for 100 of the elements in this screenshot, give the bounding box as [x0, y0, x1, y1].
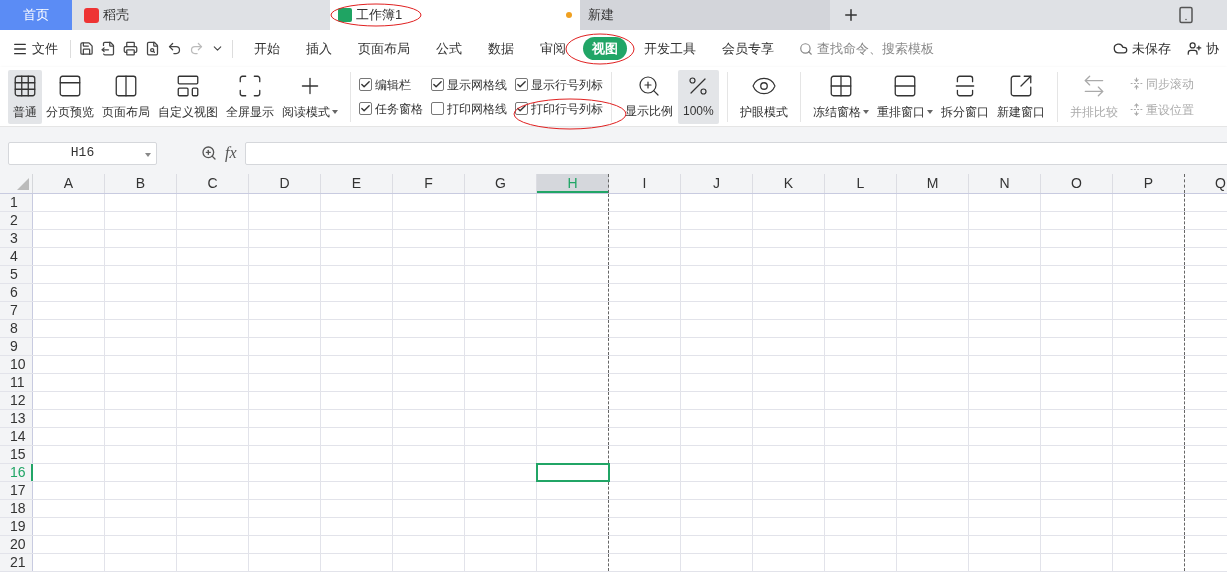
row-header[interactable]: 18 — [0, 500, 33, 517]
zoom-icon — [637, 73, 661, 98]
column-header[interactable]: P — [1113, 174, 1185, 193]
column-header[interactable]: D — [249, 174, 321, 193]
row-header[interactable]: 6 — [0, 284, 33, 301]
row-header[interactable]: 12 — [0, 392, 33, 409]
checkbox[interactable] — [431, 78, 444, 91]
undo-icon[interactable] — [167, 41, 182, 56]
tab-label: 首页 — [23, 6, 49, 25]
ribbon-tab[interactable]: 数据 — [479, 36, 523, 61]
option-checkbox[interactable]: 编辑栏 — [359, 75, 423, 94]
view-mode-button[interactable]: 阅读模式 — [278, 69, 342, 124]
ribbon-tab[interactable]: 会员专享 — [713, 36, 783, 61]
row-header[interactable]: 4 — [0, 248, 33, 265]
option-checkbox[interactable]: 显示行号列标 — [515, 75, 603, 94]
view-mode-button[interactable]: 全屏显示 — [222, 69, 278, 124]
check-icon — [516, 79, 527, 90]
column-header[interactable]: J — [681, 174, 753, 193]
checkbox[interactable] — [515, 78, 528, 91]
name-box[interactable]: H16 — [8, 141, 157, 165]
option-checkbox[interactable]: 显示网格线 — [431, 75, 507, 94]
row-header[interactable]: 20 — [0, 536, 33, 553]
option-checkbox[interactable]: 任务窗格 — [359, 99, 423, 118]
window-tool-button[interactable]: 护眼模式 — [735, 69, 792, 124]
row-header[interactable]: 10 — [0, 356, 33, 373]
export-icon[interactable] — [101, 41, 116, 56]
view-mode-button[interactable]: 普通 — [8, 69, 42, 124]
command-search-field[interactable]: 查找命令、搜索模板 — [799, 38, 934, 59]
formula-input[interactable] — [244, 141, 1227, 165]
document-tab[interactable]: 新建 — [580, 0, 830, 30]
collaborate-label[interactable]: 协 — [1206, 38, 1219, 59]
view-mode-button[interactable]: 页面布局 — [98, 69, 154, 124]
row-header[interactable]: 8 — [0, 320, 33, 337]
row-header[interactable]: 15 — [0, 446, 33, 463]
column-header[interactable]: L — [825, 174, 897, 193]
column-header[interactable]: E — [321, 174, 393, 193]
checkbox-label: 打印行号列标 — [531, 100, 603, 118]
option-checkbox[interactable]: 打印网格线 — [431, 99, 507, 118]
row-header[interactable]: 17 — [0, 482, 33, 499]
column-header[interactable]: A — [33, 174, 105, 193]
tab-label: 工作簿1 — [356, 6, 403, 25]
ribbon-tab[interactable]: 开始 — [245, 36, 289, 61]
view-mode-button[interactable]: 自定义视图 — [154, 69, 222, 124]
column-header[interactable]: C — [177, 174, 249, 193]
window-tool-button[interactable]: 新建窗口 — [992, 69, 1049, 124]
checkbox[interactable] — [359, 102, 372, 115]
caret-icon — [926, 109, 933, 114]
checkbox[interactable] — [359, 78, 372, 91]
row-header[interactable]: 21 — [0, 554, 33, 571]
column-header[interactable]: O — [1041, 174, 1113, 193]
window-tool-button[interactable]: 冻结窗格 — [808, 69, 873, 124]
file-menu[interactable]: 文件 — [8, 38, 62, 59]
column-header[interactable]: K — [753, 174, 825, 193]
option-checkbox[interactable]: 打印行号列标 — [515, 99, 603, 118]
checkbox-label: 显示行号列标 — [531, 76, 603, 94]
save-status[interactable]: 未保存 — [1132, 38, 1171, 59]
window-count-icon[interactable] — [1177, 6, 1195, 24]
row-header[interactable]: 19 — [0, 518, 33, 535]
zoom-button[interactable]: 显示比例 — [620, 69, 678, 124]
row-header[interactable]: 14 — [0, 428, 33, 445]
row-header[interactable]: 1 — [0, 194, 33, 211]
row-header[interactable]: 3 — [0, 230, 33, 247]
ribbon-tab[interactable]: 公式 — [427, 36, 471, 61]
row-header[interactable]: 11 — [0, 374, 33, 391]
row-header[interactable]: 13 — [0, 410, 33, 427]
window-tool-button[interactable]: 重排窗口 — [872, 69, 937, 124]
ribbon-tab[interactable]: 开发工具 — [635, 36, 705, 61]
row-header[interactable]: 7 — [0, 302, 33, 319]
tab-label: 新建 — [588, 6, 614, 25]
view-mode-button[interactable]: 分页预览 — [42, 69, 98, 124]
new-tab-icon[interactable] — [842, 6, 860, 24]
checkbox-label: 显示网格线 — [447, 76, 507, 94]
window-tool-button[interactable]: 拆分窗口 — [936, 69, 993, 124]
collaborate-icon[interactable] — [1187, 41, 1202, 56]
column-header[interactable]: I — [609, 174, 681, 193]
row-header[interactable]: 2 — [0, 212, 33, 229]
ribbon-tab[interactable]: 插入 — [297, 36, 341, 61]
document-tab[interactable]: 工作簿1 — [330, 0, 580, 30]
function-label[interactable]: fx — [225, 141, 237, 165]
sync-icon — [1129, 77, 1143, 90]
ribbon-tab[interactable]: 页面布局 — [349, 36, 419, 61]
zoom-button[interactable]: 100% — [678, 69, 719, 124]
checkbox-label: 编辑栏 — [375, 76, 411, 94]
print-preview-icon[interactable] — [145, 41, 160, 56]
column-header[interactable]: B — [105, 174, 177, 193]
column-header[interactable]: N — [969, 174, 1041, 193]
zoom-formula-icon[interactable] — [201, 145, 217, 161]
checkbox-label: 任务窗格 — [375, 100, 423, 118]
column-header[interactable]: F — [393, 174, 465, 193]
ribbon-tab[interactable]: 审阅 — [531, 36, 575, 61]
column-header[interactable]: Q — [1185, 174, 1227, 193]
save-icon[interactable] — [79, 41, 94, 56]
annotation-ellipse — [565, 33, 635, 65]
row-header[interactable]: 5 — [0, 266, 33, 283]
selected-cell[interactable] — [537, 464, 609, 481]
checkbox[interactable] — [431, 102, 444, 115]
check-icon — [360, 103, 371, 114]
row-header[interactable]: 9 — [0, 338, 33, 355]
column-header[interactable]: M — [897, 174, 969, 193]
print-icon[interactable] — [123, 41, 138, 56]
